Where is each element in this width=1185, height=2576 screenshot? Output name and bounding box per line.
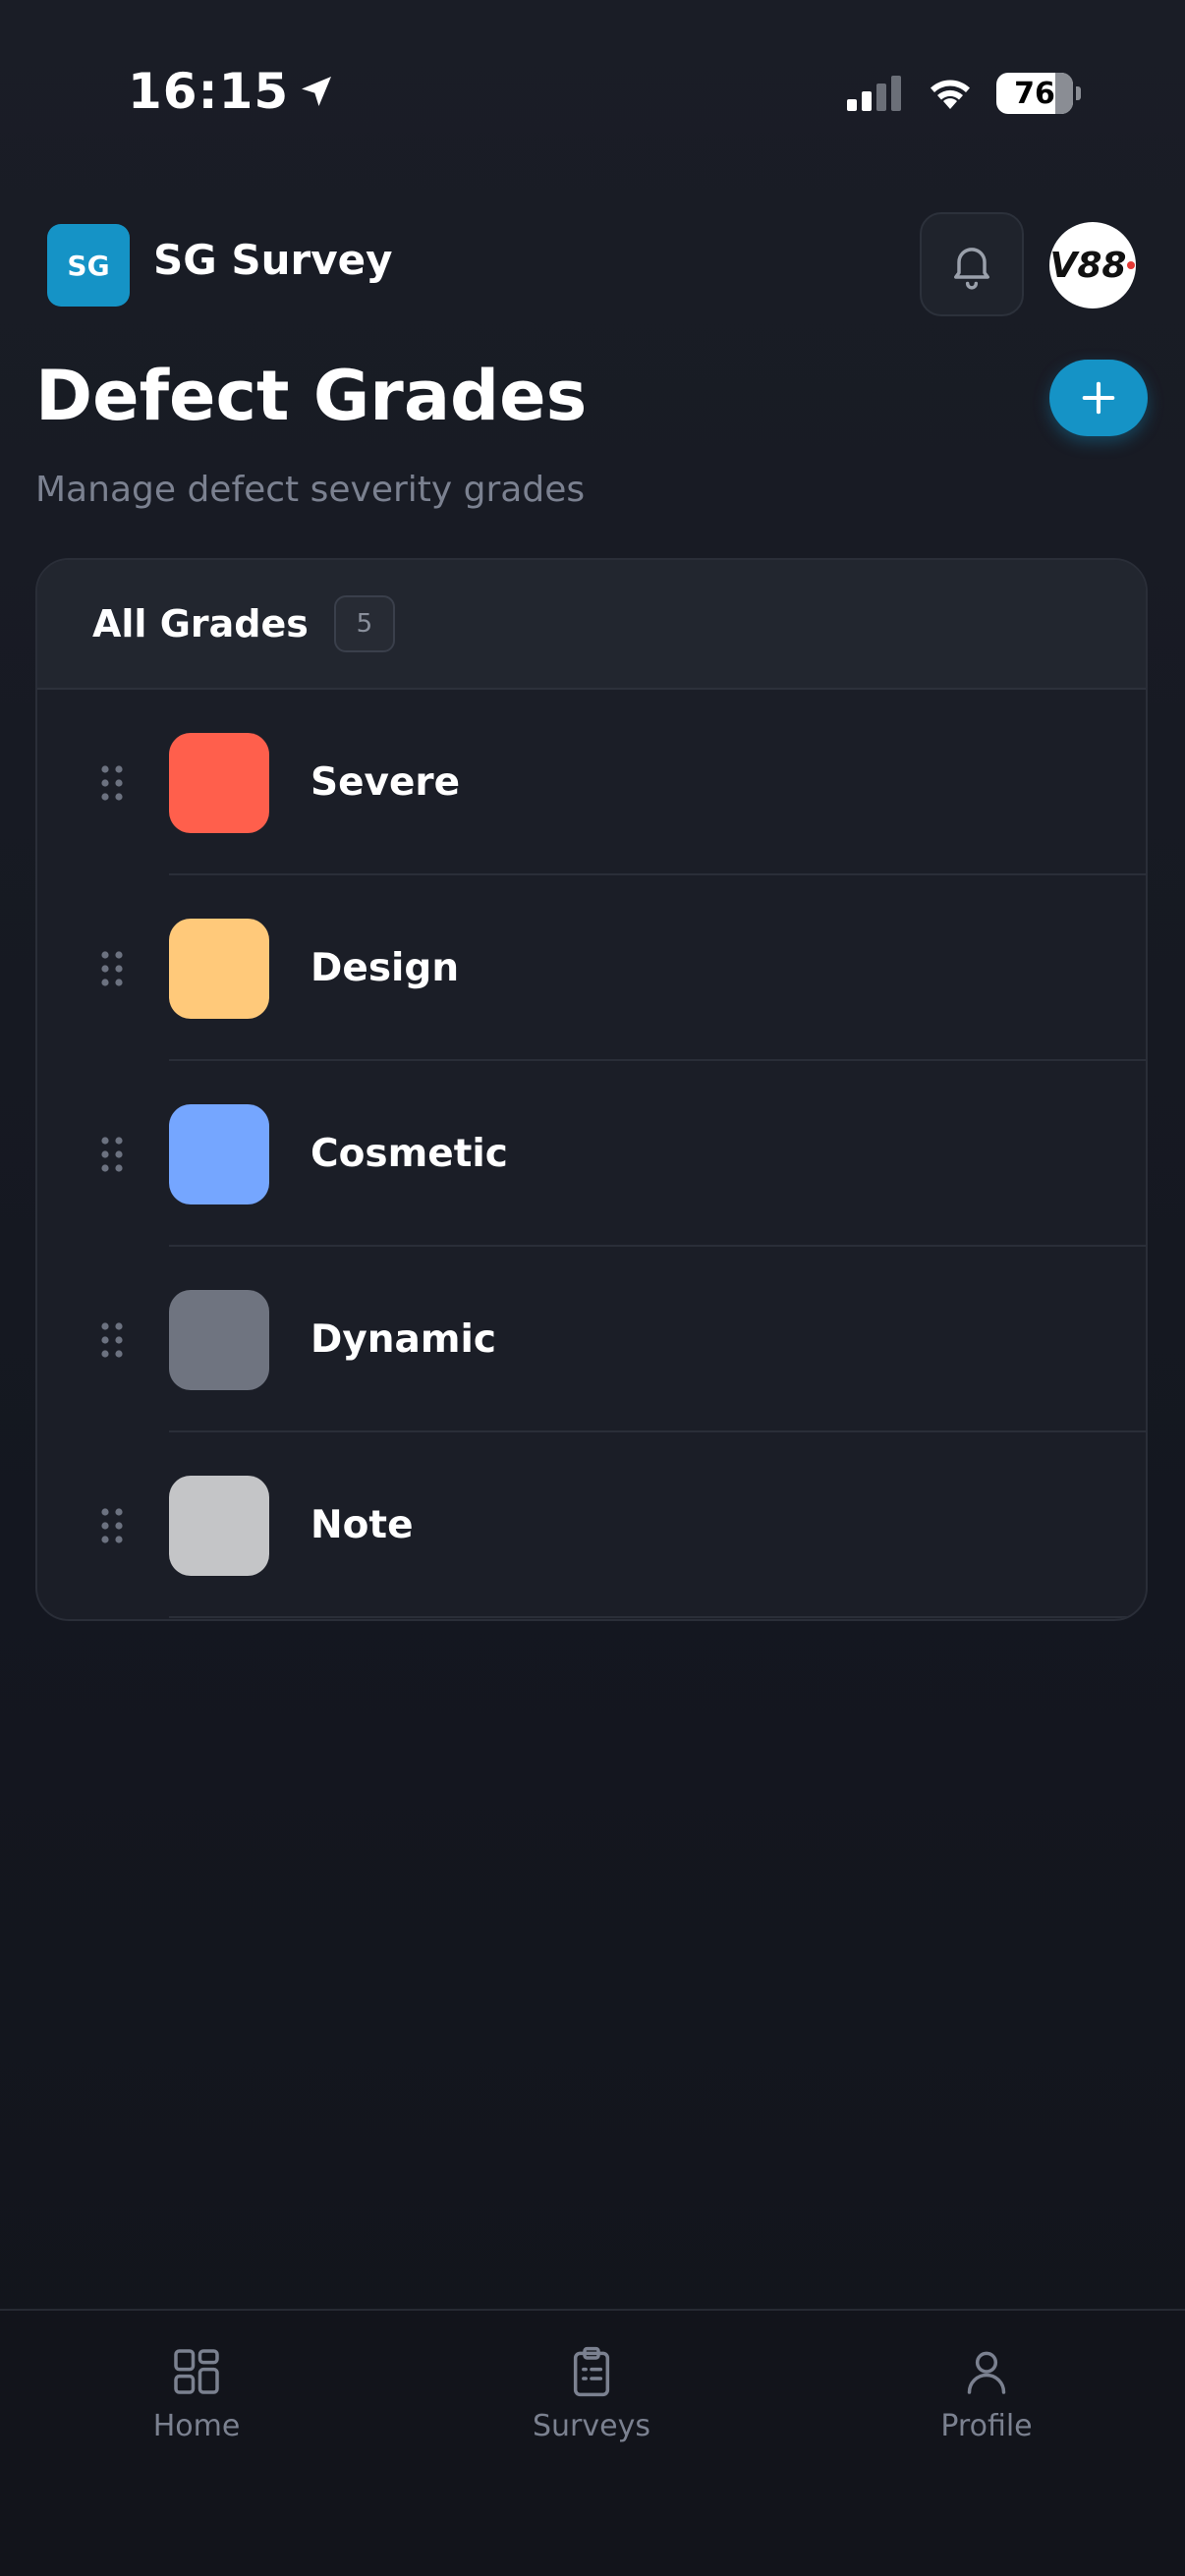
battery-level: 76 xyxy=(1014,76,1055,111)
grade-color-swatch xyxy=(169,1475,269,1576)
app-logo: SG xyxy=(47,224,130,307)
drag-handle-icon[interactable] xyxy=(86,1135,138,1174)
avatar-dot xyxy=(1127,261,1136,269)
grade-name: Design xyxy=(310,946,460,990)
bell-icon xyxy=(954,248,989,290)
grade-color-swatch xyxy=(169,918,269,1019)
tab-home-label: Home xyxy=(152,2409,241,2443)
tab-home[interactable]: Home xyxy=(98,2344,295,2443)
avatar-text: V88 xyxy=(1049,245,1127,286)
drag-handle-icon[interactable] xyxy=(86,763,138,803)
row-divider xyxy=(169,1616,1146,1618)
add-grade-button[interactable] xyxy=(1049,360,1148,436)
plus-icon xyxy=(1082,381,1115,415)
grade-row[interactable]: Note xyxy=(37,1432,1146,1618)
tab-surveys[interactable]: Surveys xyxy=(493,2344,690,2443)
avatar[interactable]: V88 xyxy=(1049,222,1136,308)
grade-row[interactable]: Cosmetic xyxy=(37,1061,1146,1247)
battery-indicator: 76 xyxy=(996,73,1081,114)
app-logo-text: SG xyxy=(67,249,110,282)
grade-count-badge: 5 xyxy=(333,595,395,652)
card-title: All Grades xyxy=(92,602,309,645)
grade-list: Severe Design Cosmetic Dynamic Note xyxy=(37,690,1146,1618)
page-title: Defect Grades xyxy=(35,356,588,436)
notifications-button[interactable] xyxy=(920,212,1024,316)
clipboard-icon xyxy=(573,2346,610,2397)
user-icon xyxy=(967,2351,1006,2394)
cellular-signal-icon xyxy=(847,76,901,111)
tab-profile-label: Profile xyxy=(940,2409,1033,2443)
tab-surveys-label: Surveys xyxy=(533,2409,650,2443)
tab-profile[interactable]: Profile xyxy=(888,2344,1085,2443)
grade-row[interactable]: Severe xyxy=(37,690,1146,875)
status-indicators: 76 xyxy=(847,73,1081,114)
grade-name: Note xyxy=(310,1503,414,1547)
status-time: 16:15 xyxy=(128,63,336,120)
status-bar: 16:15 76 xyxy=(0,0,1185,187)
grade-name: Severe xyxy=(310,760,461,805)
grade-name: Cosmetic xyxy=(310,1132,508,1176)
drag-handle-icon[interactable] xyxy=(86,1506,138,1545)
grade-name: Dynamic xyxy=(310,1317,497,1362)
drag-handle-icon[interactable] xyxy=(86,949,138,988)
status-time-text: 16:15 xyxy=(128,63,290,120)
bottom-tab-bar: Home Surveys Profile xyxy=(0,2309,1185,2576)
app-name: SG Survey xyxy=(153,236,393,284)
grade-color-swatch xyxy=(169,732,269,833)
grade-color-swatch xyxy=(169,1289,269,1390)
wifi-icon xyxy=(931,80,970,109)
grade-color-swatch xyxy=(169,1103,269,1204)
battery-icon: 76 xyxy=(996,73,1073,114)
drag-handle-icon[interactable] xyxy=(86,1320,138,1360)
grid-icon xyxy=(174,2349,219,2394)
card-header: All Grades 5 xyxy=(37,560,1146,690)
location-arrow-icon xyxy=(302,77,332,106)
page-subtitle: Manage defect severity grades xyxy=(35,470,586,510)
grade-row[interactable]: Dynamic xyxy=(37,1247,1146,1432)
grade-row[interactable]: Design xyxy=(37,875,1146,1061)
grades-card: All Grades 5 Severe Design Cosmetic Dynamic… xyxy=(35,558,1148,1621)
